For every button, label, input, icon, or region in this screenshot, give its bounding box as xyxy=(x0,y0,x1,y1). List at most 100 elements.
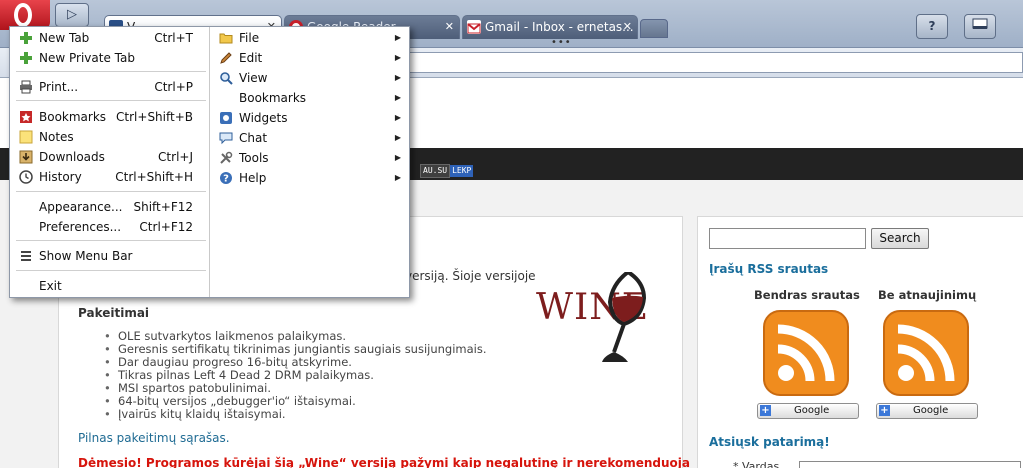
menu-item-label: Appearance... xyxy=(39,200,123,214)
menu-item-new-private-tab[interactable]: New Private Tab xyxy=(10,48,209,68)
minimize-toolbar-button[interactable] xyxy=(964,14,996,39)
help-icon: ? xyxy=(220,172,232,185)
gmail-favicon-icon xyxy=(467,20,481,34)
help-button[interactable]: ? xyxy=(916,14,948,39)
feed-label: Bendras srautas xyxy=(754,288,860,302)
menu-item-bookmarks-submenu[interactable]: Bookmarks ▶ xyxy=(210,88,409,108)
rss-feed-icon[interactable] xyxy=(762,309,850,397)
menu-item-label: History xyxy=(39,170,82,184)
submenu-arrow-icon: ▶ xyxy=(394,93,401,102)
search-button[interactable]: Search xyxy=(871,228,929,249)
menu-item-show-menu-bar[interactable]: Show Menu Bar xyxy=(10,246,209,266)
menu-item-print[interactable]: Print... Ctrl+P xyxy=(10,77,209,97)
menu-item-notes[interactable]: Notes xyxy=(10,127,209,147)
section-heading: Pakeitimai xyxy=(78,306,150,320)
menu-item-file[interactable]: File ▶ xyxy=(210,28,409,48)
feed-label: Be atnaujinimų xyxy=(878,288,977,302)
full-changelog-link[interactable]: Pilnas pakeitimų sąrašas. xyxy=(78,431,230,445)
tab-gmail[interactable]: Gmail - Inbox - ernetas... ✕ xyxy=(462,15,638,39)
tip-field-label: * Vardas xyxy=(733,460,780,468)
svg-text:?: ? xyxy=(223,174,229,185)
menu-item-label: View xyxy=(239,71,268,85)
menu-item-label: Widgets xyxy=(239,111,288,125)
google-label: Google xyxy=(794,405,830,416)
submenu-arrow-icon: ▶ xyxy=(394,113,401,122)
menu-item-label: Notes xyxy=(39,130,74,144)
list-item: Įvairūs kitų klaidų ištaisymai. xyxy=(104,408,487,422)
panel-toggle-button[interactable]: ▷ xyxy=(55,3,89,27)
tab-overflow-indicator: ••• xyxy=(551,37,572,48)
submenu-arrow-icon: ▶ xyxy=(394,133,401,142)
menu-item-help[interactable]: ? Help ▶ xyxy=(210,168,409,188)
name-field[interactable] xyxy=(799,461,1021,468)
tip-heading: Atsiųsk patarimą! xyxy=(709,435,830,449)
add-to-google-button[interactable]: + Google xyxy=(876,403,978,419)
plus-icon: + xyxy=(760,405,771,416)
menu-item-label: New Tab xyxy=(39,31,90,45)
submenu-arrow-icon: ▶ xyxy=(394,53,401,62)
chat-icon xyxy=(219,132,233,145)
window-icon xyxy=(972,18,988,29)
menu-bar-icon xyxy=(21,251,31,261)
menu-shortcut: Shift+F12 xyxy=(133,200,193,214)
menu-item-preferences[interactable]: Preferences... Ctrl+F12 xyxy=(10,217,209,237)
menu-item-view[interactable]: View ▶ xyxy=(210,68,409,88)
submenu-arrow-icon: ▶ xyxy=(394,73,401,82)
plus-icon xyxy=(20,32,32,44)
pencil-icon xyxy=(220,52,232,64)
menu-item-exit[interactable]: Exit xyxy=(10,276,209,296)
menu-item-label: Print... xyxy=(39,80,79,94)
badge[interactable]: AU.SU xyxy=(420,164,451,178)
search-input[interactable] xyxy=(709,228,866,249)
menu-item-label: Help xyxy=(239,171,267,185)
badge[interactable]: LEKP xyxy=(450,165,474,177)
downloads-icon xyxy=(19,150,33,164)
menu-shortcut: Ctrl+Shift+H xyxy=(115,170,193,184)
wine-glass-icon xyxy=(602,272,647,362)
google-label: Google xyxy=(913,405,949,416)
tab-close-icon[interactable]: ✕ xyxy=(445,16,454,38)
new-tab-button[interactable] xyxy=(640,19,668,38)
warning-text: Dėmesio! Programos kūrėjai šią „Wine“ ve… xyxy=(78,456,690,468)
submenu-arrow-icon: ▶ xyxy=(394,33,401,42)
tab-title: Gmail - Inbox - ernetas... xyxy=(485,20,634,34)
menu-item-widgets[interactable]: Widgets ▶ xyxy=(210,108,409,128)
menu-item-downloads[interactable]: Downloads Ctrl+J xyxy=(10,147,209,167)
menu-item-new-tab[interactable]: New Tab Ctrl+T xyxy=(10,28,209,48)
help-label: ? xyxy=(928,19,936,33)
menu-item-chat[interactable]: Chat ▶ xyxy=(210,128,409,148)
changes-list: OLE sutvarkytos laikmenos palaikymas. Ge… xyxy=(104,330,487,422)
tab-close-icon[interactable]: ✕ xyxy=(623,16,632,38)
menu-item-label: Tools xyxy=(239,151,269,165)
menu-left-column: New Tab Ctrl+T New Private Tab Print... … xyxy=(10,27,209,297)
opera-logo-icon xyxy=(14,3,32,27)
menu-separator xyxy=(16,270,206,271)
menu-item-appearance[interactable]: Appearance... Shift+F12 xyxy=(10,197,209,217)
menu-item-label: Edit xyxy=(239,51,263,65)
menu-item-tools[interactable]: Tools ▶ xyxy=(210,148,409,168)
menu-separator xyxy=(16,100,206,101)
menu-item-history[interactable]: History Ctrl+Shift+H xyxy=(10,167,209,187)
menu-item-label: File xyxy=(239,31,260,45)
menu-shortcut: Ctrl+P xyxy=(154,80,193,94)
add-to-google-button[interactable]: + Google xyxy=(757,403,859,419)
band-badges: AU.SU LEKP xyxy=(420,164,474,178)
submenu-arrow-icon: ▶ xyxy=(394,173,401,182)
clock-icon xyxy=(19,170,33,184)
article-intro: versiją. Šioje versijoje xyxy=(405,269,536,283)
menu-item-label: Downloads xyxy=(39,150,105,164)
submenu-arrow-icon: ▶ xyxy=(394,153,401,162)
menu-item-label: Preferences... xyxy=(39,220,122,234)
address-field[interactable] xyxy=(400,52,1023,73)
menu-shortcut: Ctrl+J xyxy=(158,150,193,164)
menu-item-label: Bookmarks xyxy=(239,91,307,105)
opera-main-menu: New Tab Ctrl+T New Private Tab Print... … xyxy=(9,26,410,298)
rss-feed-icon[interactable] xyxy=(882,309,970,397)
menu-shortcut: Ctrl+Shift+B xyxy=(116,110,193,124)
menu-item-label: Show Menu Bar xyxy=(39,249,133,263)
notes-icon xyxy=(19,130,33,144)
menu-item-bookmarks[interactable]: Bookmarks Ctrl+Shift+B xyxy=(10,107,209,127)
menu-right-column: File ▶ Edit ▶ View ▶ Bookmarks ▶ Widgets… xyxy=(209,27,409,297)
menu-item-edit[interactable]: Edit ▶ xyxy=(210,48,409,68)
plus-icon: + xyxy=(879,405,890,416)
